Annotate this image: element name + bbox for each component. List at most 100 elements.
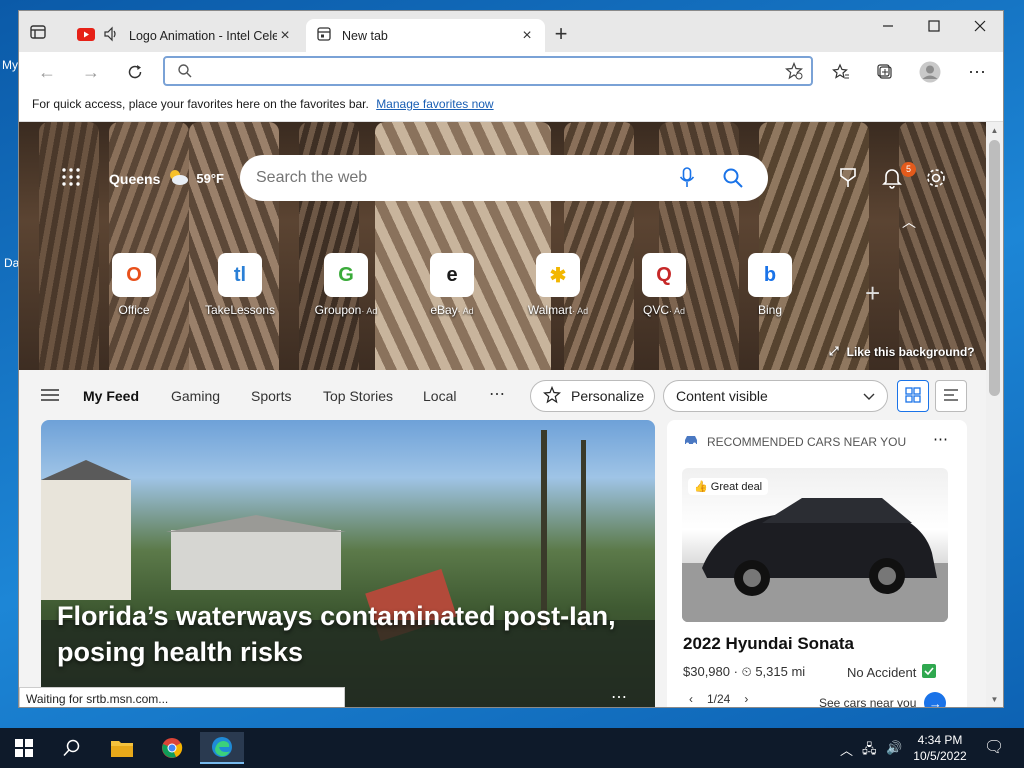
minimize-button[interactable]: [865, 11, 911, 41]
more-menu-icon[interactable]: ⋯: [965, 60, 989, 84]
car-name[interactable]: 2022 Hyundai Sonata: [683, 634, 854, 654]
news-card-main[interactable]: Florida’s waterways contaminated post-Ia…: [41, 420, 655, 707]
see-cars-button[interactable]: See cars near you →: [819, 692, 947, 708]
web-search-input[interactable]: [256, 167, 656, 189]
list-view-button[interactable]: [935, 380, 967, 412]
close-icon[interactable]: ×: [277, 27, 293, 44]
chevron-right-icon[interactable]: ›: [744, 692, 748, 706]
check-icon: [922, 664, 937, 681]
menu-hamburger-icon[interactable]: [41, 388, 59, 405]
favorites-bar: For quick access, place your favorites h…: [19, 92, 1003, 122]
grid-view-button[interactable]: [897, 380, 929, 412]
collapse-chevron-icon[interactable]: ︿: [897, 210, 921, 234]
network-icon[interactable]: 🖧: [862, 740, 877, 762]
quick-link-name: Walmart: [527, 303, 573, 317]
close-window-button[interactable]: [957, 11, 1003, 41]
scroll-up-icon[interactable]: ▲: [989, 126, 1000, 138]
weather-widget[interactable]: Queens 59°F: [109, 168, 224, 189]
quick-link-takelessons[interactable]: tl TakeLessons: [195, 253, 285, 317]
tab-title: Logo Animation - Intel Cele: [129, 28, 277, 43]
chevron-down-icon: [863, 388, 875, 404]
more-options-icon[interactable]: ⋯: [611, 687, 627, 707]
quick-link-office[interactable]: O Office: [89, 253, 179, 317]
apps-grid-icon[interactable]: [61, 167, 81, 187]
hero-background: Queens 59°F 5 ︿ O Office tl TakeLessons G Gro…: [19, 122, 987, 370]
add-favorite-icon[interactable]: [785, 61, 803, 83]
quick-link-walmart[interactable]: ✱ Walmart· Ad: [513, 253, 603, 317]
vertical-scrollbar[interactable]: ▲ ▼: [986, 122, 1003, 707]
back-button[interactable]: ←: [33, 60, 61, 84]
notification-count-badge: 5: [901, 162, 916, 177]
forward-button[interactable]: →: [77, 60, 105, 84]
speaker-icon[interactable]: [103, 26, 119, 45]
tab-logo-animation[interactable]: Logo Animation - Intel Cele ×: [67, 19, 303, 52]
profile-avatar[interactable]: [918, 60, 942, 84]
chevron-left-icon[interactable]: ‹: [689, 692, 693, 706]
see-cars-label: See cars near you: [819, 696, 917, 708]
content-visibility-dropdown[interactable]: Content visible: [663, 380, 888, 412]
quick-link-label: Office: [89, 303, 179, 317]
notifications-icon[interactable]: 🗨: [984, 737, 1004, 757]
tab-title: New tab: [342, 28, 388, 43]
file-explorer-icon[interactable]: [102, 732, 142, 764]
close-icon[interactable]: ×: [519, 27, 535, 44]
web-search-box[interactable]: [240, 155, 768, 201]
volume-icon[interactable]: 🔊: [886, 740, 902, 756]
address-input[interactable]: [199, 62, 779, 82]
quick-link-name: TakeLessons: [204, 303, 276, 317]
no-accident-status: No Accident: [847, 664, 937, 681]
personalize-button[interactable]: Personalize: [530, 380, 655, 412]
microphone-icon[interactable]: [678, 167, 696, 192]
great-deal-badge: 👍 Great deal: [688, 478, 769, 495]
like-background-button[interactable]: ⤢ Like this background?: [829, 344, 975, 359]
tab-strip: Logo Animation - Intel Cele × New tab × …: [19, 11, 1003, 52]
ad-marker: · Ad: [572, 306, 589, 316]
personalize-label: Personalize: [571, 388, 645, 404]
favorites-bar-text: For quick access, place your favorites h…: [32, 97, 369, 111]
edge-icon[interactable]: [200, 732, 244, 764]
maximize-button[interactable]: [911, 11, 957, 41]
chevron-up-icon[interactable]: ︿: [840, 740, 853, 759]
settings-gear-icon[interactable]: [924, 166, 948, 190]
clock-date: 10/5/2022: [913, 749, 967, 763]
recommended-cars-card[interactable]: RECOMMENDED CARS NEAR YOU ⋯ 👍 Great deal…: [667, 420, 967, 708]
address-bar[interactable]: [163, 56, 813, 86]
quick-link-groupon[interactable]: G Groupon· Ad: [301, 253, 391, 317]
news-headline[interactable]: Florida’s waterways contaminated post-Ia…: [57, 598, 637, 670]
tab-local[interactable]: Local: [423, 388, 456, 404]
quick-link-qvc[interactable]: Q QVC· Ad: [619, 253, 709, 317]
quick-link-bing[interactable]: b Bing: [725, 253, 815, 317]
rewards-icon[interactable]: [836, 166, 860, 190]
more-tabs-icon[interactable]: ⋯: [489, 384, 505, 404]
walmart-icon: ✱: [536, 253, 580, 297]
start-button[interactable]: [4, 732, 44, 764]
feed-navigation: My Feed Gaming Sports Top Stories Local …: [19, 370, 987, 420]
weather-city: Queens: [109, 170, 161, 187]
chrome-icon[interactable]: [152, 732, 192, 764]
more-options-icon[interactable]: ⋯: [933, 430, 948, 448]
new-tab-button[interactable]: +: [551, 23, 571, 45]
add-site-button[interactable]: +: [865, 278, 880, 309]
status-bar: Waiting for srtb.msn.com...: [19, 687, 345, 707]
taskbar-search-icon[interactable]: [52, 732, 92, 764]
tab-actions-icon[interactable]: [29, 23, 49, 43]
desktop-icon-label: My: [2, 58, 18, 72]
refresh-button[interactable]: [121, 60, 149, 84]
no-accident-label: No Accident: [847, 665, 917, 680]
quick-link-name: Office: [118, 303, 150, 317]
search-icon[interactable]: [722, 167, 744, 192]
tab-sports[interactable]: Sports: [251, 388, 291, 404]
tab-new-tab[interactable]: New tab ×: [306, 19, 545, 52]
quick-link-ebay[interactable]: e eBay· Ad: [407, 253, 497, 317]
manage-favorites-link[interactable]: Manage favorites now: [376, 97, 493, 111]
tab-top-stories[interactable]: Top Stories: [323, 388, 393, 404]
car-photo[interactable]: 👍 Great deal: [682, 468, 948, 622]
favorites-icon[interactable]: [829, 60, 853, 84]
browser-window: Logo Animation - Intel Cele × New tab × …: [18, 10, 1004, 708]
collections-icon[interactable]: [873, 60, 897, 84]
tab-gaming[interactable]: Gaming: [171, 388, 220, 404]
tab-my-feed[interactable]: My Feed: [83, 388, 139, 404]
taskbar-clock[interactable]: 4:34 PM 10/5/2022: [910, 732, 970, 764]
scroll-down-icon[interactable]: ▼: [989, 695, 1000, 707]
scroll-thumb[interactable]: [989, 140, 1000, 396]
